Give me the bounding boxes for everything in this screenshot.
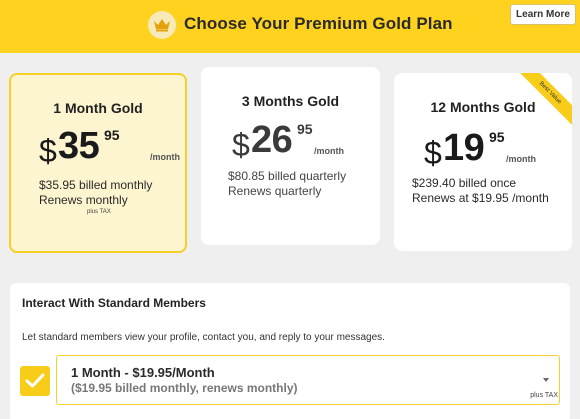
checkmark-icon [25,373,45,388]
crown-badge [148,11,176,39]
plan-card-1-month[interactable]: 1 Month Gold $ 35 95 /month $35.95 bille… [9,73,187,253]
price-cents: 95 [104,127,120,143]
selected-option-sub: ($19.95 billed monthly, renews monthly) [71,381,298,395]
standard-members-section: Interact With Standard Members Let stand… [10,283,570,419]
tax-note: plus TAX [530,392,558,399]
price-period: /month [150,152,180,162]
section-description: Let standard members view your profile, … [22,332,385,343]
price-period: /month [314,146,344,156]
selected-option-main: 1 Month - $19.95/Month [71,365,215,380]
plan-card-12-months[interactable]: Best Value 12 Months Gold $ 19 95 /month… [394,73,572,251]
plan-price: $ 26 95 /month [232,119,362,163]
plan-title: 3 Months Gold [241,93,340,109]
price-period: /month [506,154,536,164]
plan-price: $ 35 95 /month [39,125,180,169]
standard-plan-select[interactable]: 1 Month - $19.95/Month ($19.95 billed mo… [56,355,560,405]
plan-title: 12 Months Gold [430,99,536,115]
learn-more-button[interactable]: Learn More [510,4,576,25]
plan-title: 1 Month Gold [53,100,143,116]
tax-note: plus TAX [87,209,111,215]
price-dollars: 26 [251,119,293,161]
price-currency: $ [232,127,250,163]
price-dollars: 35 [58,125,100,167]
billing-line: $80.85 billed quarterly [228,169,347,183]
price-cents: 95 [489,129,505,145]
price-currency: $ [424,135,442,171]
chevron-down-icon [543,378,549,382]
renewal-line: Renews quarterly [228,184,322,198]
plan-price: $ 19 95 /month [424,127,554,171]
price-currency: $ [39,133,57,169]
plan-card-3-months[interactable]: 3 Months Gold $ 26 95 /month $80.85 bill… [201,67,380,245]
price-cents: 95 [297,121,313,137]
header-bar: Choose Your Premium Gold Plan Learn More [0,0,580,53]
page-title: Choose Your Premium Gold Plan [184,14,453,33]
price-dollars: 19 [443,127,485,169]
billing-line: $35.95 billed monthly [39,178,153,192]
standard-members-checkbox[interactable] [20,366,50,396]
billing-line: $239.40 billed once [412,176,517,190]
renewal-line: Renews at $19.95 /month [412,191,549,205]
renewal-line: Renews monthly [39,193,128,207]
section-title: Interact With Standard Members [22,296,206,310]
crown-icon [154,19,170,32]
